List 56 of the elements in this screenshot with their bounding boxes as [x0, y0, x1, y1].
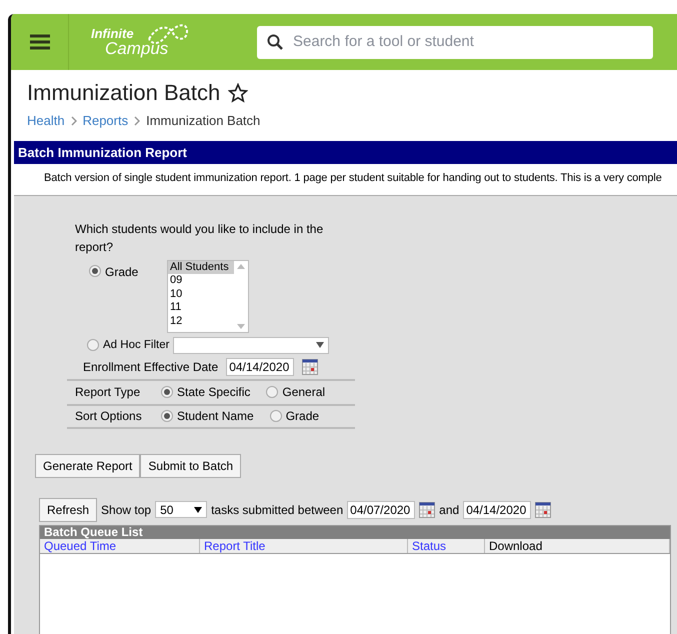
caret-icon	[316, 342, 324, 348]
radio-label: Grade	[286, 408, 320, 426]
breadcrumb-link[interactable]: Reports	[82, 111, 128, 130]
toolbar-label: Show top	[101, 502, 152, 519]
report-description: Batch version of single student immunization report. 1 page per student suitable for handing out to students. This is a very comple	[44, 171, 662, 186]
report-title: Batch Immunization Report	[14, 140, 677, 164]
action-button[interactable]: Submit to Batch	[140, 454, 242, 478]
caret-icon	[194, 506, 202, 513]
option-label: Sort Options	[75, 408, 143, 426]
chevron-icon	[134, 116, 140, 126]
radio-label: Grade	[105, 264, 138, 280]
column-header: Download	[485, 538, 670, 553]
breadcrumb-link[interactable]: Health	[27, 111, 65, 130]
date-field[interactable]: 04/14/2020	[226, 358, 294, 376]
date-field[interactable]: 04/14/2020	[463, 500, 532, 519]
radio-button[interactable]	[270, 410, 282, 422]
chevron-icon	[70, 116, 77, 126]
option-label: Report Type	[75, 384, 142, 402]
radio-button[interactable]	[161, 410, 173, 422]
action-button[interactable]: Generate Report	[35, 454, 140, 478]
column-header-link[interactable]: Status	[408, 538, 485, 553]
radio-label: Student Name	[177, 408, 254, 426]
radio-button[interactable]	[87, 339, 99, 352]
search-icon	[267, 34, 283, 50]
list-option[interactable]: 12	[168, 314, 234, 328]
table-title: Batch Queue List	[40, 526, 670, 539]
search-field[interactable]: Search for a tool or student	[257, 26, 653, 58]
list-option[interactable]: 11	[168, 301, 234, 314]
radio-button[interactable]	[266, 386, 278, 398]
calendar-icon[interactable]	[535, 502, 552, 518]
list-option[interactable]: 10	[168, 288, 234, 301]
list-option[interactable]: All Students	[168, 260, 234, 274]
breadcrumb-current: Immunization Batch	[146, 112, 260, 130]
refresh-button[interactable]: Refresh	[39, 498, 98, 522]
toolbar-label: and	[439, 502, 460, 519]
calendar-icon[interactable]	[419, 502, 436, 518]
radio-label: Ad Hoc Filter	[103, 338, 170, 352]
star-icon[interactable]	[228, 82, 248, 102]
calendar-icon[interactable]	[302, 358, 318, 375]
question-text: Which students would you like to include in the report?	[75, 220, 324, 256]
radio-label: State Specific	[177, 384, 250, 402]
page-title: Immunization Batch	[27, 79, 220, 107]
radio-label: General	[282, 384, 326, 402]
field-label: Enrollment Effective Date	[83, 358, 218, 376]
radio-button[interactable]	[161, 386, 173, 398]
count-dropdown[interactable]: 50	[155, 501, 208, 518]
grade-listbox[interactable]: All Students 09 10 11 12	[167, 260, 249, 332]
radio-button[interactable]	[89, 264, 101, 276]
column-header-link[interactable]: Queued Time	[40, 538, 200, 553]
list-option[interactable]: 09	[168, 274, 234, 288]
column-header-link[interactable]: Report Title	[200, 538, 408, 553]
menu-icon	[30, 34, 50, 50]
logo-text: Campus	[105, 40, 170, 57]
logo-text: Infinite	[91, 27, 134, 40]
date-field[interactable]: 04/07/2020	[347, 500, 416, 519]
toolbar-label: tasks submitted between	[211, 502, 344, 519]
